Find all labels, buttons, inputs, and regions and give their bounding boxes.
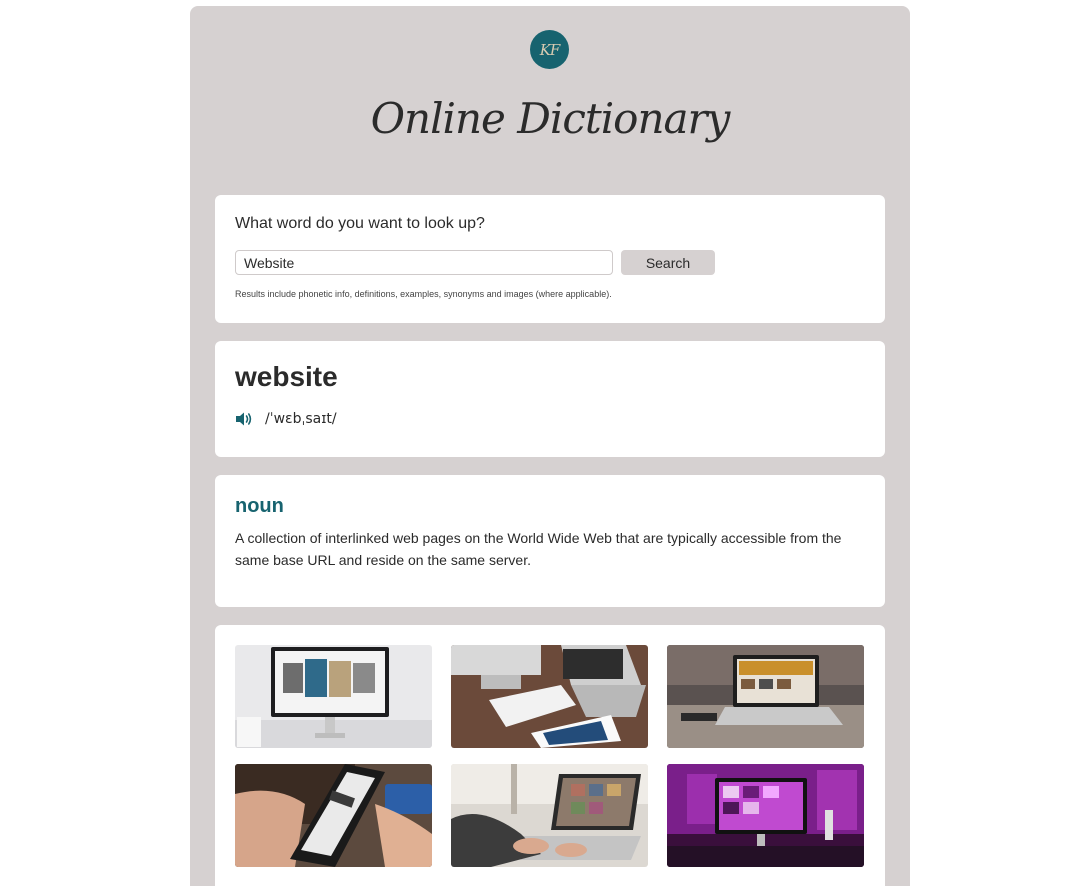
part-of-speech: noun [235, 495, 284, 517]
logo: KF [530, 30, 569, 69]
search-prompt: What word do you want to look up? [235, 215, 485, 232]
search-input[interactable] [235, 250, 613, 275]
photo-monitor-art-gallery [235, 645, 432, 748]
photo-phone-online-shopping [235, 764, 432, 867]
photo-hands-typing-laptop [451, 764, 648, 867]
phonetic-row: /ˈwɛbˌsaɪt/ [235, 411, 337, 427]
meaning-card: noun A collection of interlinked web pag… [215, 475, 885, 607]
search-button[interactable]: Search [621, 250, 715, 275]
phonetic-text: /ˈwɛbˌsaɪt/ [265, 411, 337, 427]
definition-text: A collection of interlinked web pages on… [235, 530, 842, 568]
speaker-icon[interactable] [235, 411, 253, 427]
photo-desk-imac-laptop-tablet [451, 645, 648, 748]
search-card: What word do you want to look up? Search… [215, 195, 885, 323]
word-card: website /ˈwɛbˌsaɪt/ [215, 341, 885, 457]
search-hint: Results include phonetic info, definitio… [235, 289, 612, 299]
images-card [215, 625, 885, 895]
headword: website [235, 361, 338, 392]
page-title: Online Dictionary [370, 94, 731, 143]
photo-pink-lit-desk-setup [667, 764, 864, 867]
app-panel: KF Online Dictionary What word do you wa… [190, 6, 910, 895]
photo-laptop-on-wooden-table [667, 645, 864, 748]
logo-text: KF [539, 40, 561, 59]
